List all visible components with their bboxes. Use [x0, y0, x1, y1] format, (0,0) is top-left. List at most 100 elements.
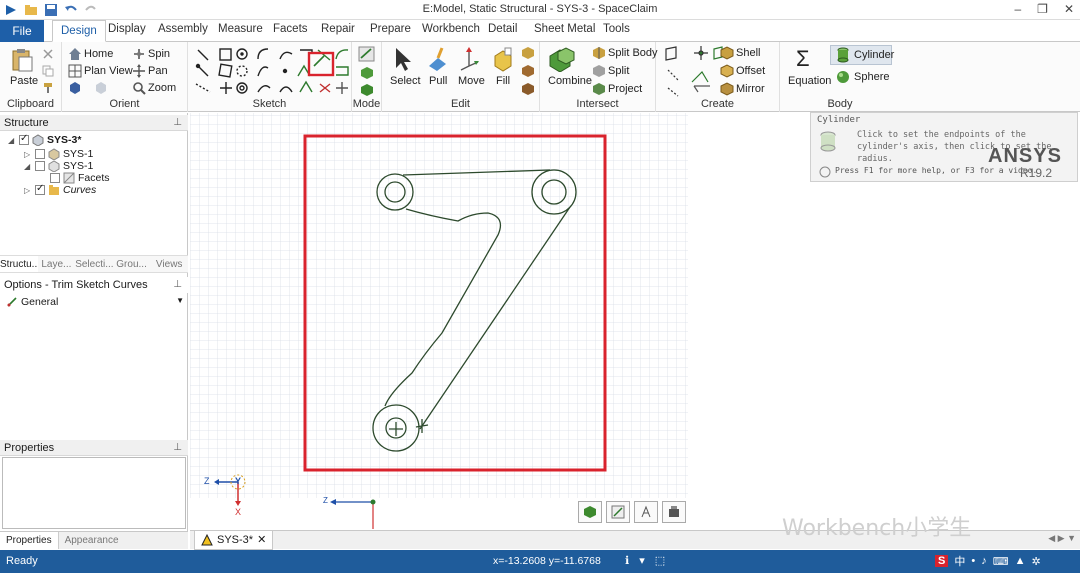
format-painter-icon[interactable]: [42, 82, 54, 94]
file-tab[interactable]: File: [0, 20, 44, 42]
pull-button[interactable]: Pull: [429, 75, 447, 87]
offset-button[interactable]: Offset: [736, 65, 765, 77]
visibility-checkbox[interactable]: [50, 173, 60, 183]
home-button[interactable]: Home: [84, 48, 113, 60]
tab-facets[interactable]: Facets: [273, 23, 308, 35]
tree-row[interactable]: ◢ SYS-1: [24, 160, 93, 172]
display-style-icon[interactable]: [94, 81, 108, 95]
pin-icon[interactable]: ⊥: [173, 440, 182, 456]
tree-row[interactable]: ▷ Curves: [24, 183, 96, 196]
sketch-mode-icon[interactable]: [358, 46, 376, 62]
tab-repair[interactable]: Repair: [321, 23, 355, 35]
shirt-icon[interactable]: ▲: [1015, 555, 1026, 567]
create-tools[interactable]: [664, 46, 724, 98]
visibility-checkbox[interactable]: [19, 133, 29, 145]
plan-view-mini-button[interactable]: [662, 501, 686, 523]
pan-button[interactable]: Pan: [148, 65, 168, 77]
tab-sheet-metal[interactable]: Sheet Metal: [534, 23, 595, 35]
split-button[interactable]: Split: [608, 65, 629, 77]
tab-workbench[interactable]: Workbench: [422, 23, 480, 35]
sigma-icon[interactable]: Σ: [796, 46, 810, 72]
plan-view-icon[interactable]: [68, 64, 82, 78]
split-body-icon[interactable]: [592, 46, 606, 60]
sketch-tools[interactable]: [192, 44, 352, 98]
ime-punct-icon[interactable]: •: [971, 555, 975, 567]
sphere-button[interactable]: Sphere: [854, 71, 889, 83]
select-icon[interactable]: [392, 46, 414, 72]
subtab-layers[interactable]: Laye...: [38, 256, 76, 272]
keyboard-icon[interactable]: ⌨: [993, 555, 1009, 568]
tree-row[interactable]: ▷ SYS-1: [24, 148, 93, 160]
plan-view-button[interactable]: Plan View: [84, 65, 133, 77]
pan-icon[interactable]: [132, 64, 146, 78]
expand-icon[interactable]: ▷: [24, 186, 32, 195]
select-button[interactable]: Select: [390, 75, 421, 87]
tab-design[interactable]: Design: [52, 20, 106, 42]
zoom-button[interactable]: Zoom: [148, 82, 176, 94]
restore-icon[interactable]: ❐: [1037, 2, 1048, 16]
tab-assembly[interactable]: Assembly: [158, 23, 208, 35]
cylinder-button[interactable]: Cylinder: [854, 49, 894, 61]
return-3d-button[interactable]: [578, 501, 602, 523]
view-cube-icon[interactable]: [68, 81, 82, 95]
combine-button[interactable]: Combine: [548, 75, 592, 87]
edit-extra-icons[interactable]: [521, 46, 535, 96]
mirror-icon[interactable]: [720, 82, 734, 96]
sogou-icon[interactable]: S: [935, 555, 949, 567]
shell-button[interactable]: Shell: [736, 47, 760, 59]
tab-prepare[interactable]: Prepare: [370, 23, 411, 35]
visibility-checkbox[interactable]: [35, 149, 45, 159]
tab-detail[interactable]: Detail: [488, 23, 517, 35]
tab-appearance[interactable]: Appearance: [59, 532, 125, 549]
tab-scroll-icons[interactable]: ◀ ▶ ▼: [1048, 533, 1076, 544]
cut-icon[interactable]: [42, 48, 54, 60]
tab-display[interactable]: Display: [108, 23, 146, 35]
project-icon[interactable]: [592, 82, 606, 96]
status-dropdown-icon[interactable]: ▾: [639, 554, 645, 567]
zoom-icon[interactable]: [132, 81, 146, 95]
collapse-icon[interactable]: ◢: [8, 136, 16, 145]
cylinder-icon[interactable]: [836, 47, 850, 63]
tools-icon[interactable]: ✲: [1031, 555, 1040, 568]
equation-button[interactable]: Equation: [788, 75, 831, 87]
close-tab-icon[interactable]: ✕: [257, 531, 266, 549]
ime-lang[interactable]: 中: [954, 553, 965, 569]
copy-icon[interactable]: [42, 65, 54, 77]
visibility-checkbox[interactable]: [35, 183, 45, 195]
split-icon[interactable]: [592, 64, 606, 78]
microphone-icon[interactable]: ♪: [981, 555, 987, 567]
pin-icon[interactable]: ⊥: [173, 277, 182, 293]
subtab-groups[interactable]: Grou...: [113, 256, 151, 272]
shell-icon[interactable]: [720, 46, 734, 60]
visibility-checkbox[interactable]: [35, 161, 45, 171]
3d-mode-icon[interactable]: [360, 83, 374, 97]
paste-icon[interactable]: [10, 48, 34, 72]
select-plane-button[interactable]: [606, 501, 630, 523]
subtab-views[interactable]: Views: [150, 256, 188, 272]
expand-icon[interactable]: ▷: [24, 150, 32, 159]
combine-icon[interactable]: [548, 46, 576, 72]
options-general-row[interactable]: General ▼: [6, 296, 184, 308]
collapse-icon[interactable]: ◢: [24, 162, 32, 171]
sphere-icon[interactable]: [836, 70, 850, 84]
home-icon[interactable]: [68, 47, 82, 61]
tab-tools[interactable]: Tools: [603, 23, 630, 35]
status-select-icon[interactable]: ⬚: [655, 554, 665, 567]
tab-properties[interactable]: Properties: [0, 532, 59, 549]
info-icon[interactable]: ℹ: [625, 554, 629, 567]
mirror-button[interactable]: Mirror: [736, 83, 765, 95]
close-icon[interactable]: ✕: [1064, 2, 1074, 16]
spin-icon[interactable]: [132, 47, 146, 61]
subtab-structure[interactable]: Structu...: [0, 256, 38, 272]
section-mode-icon[interactable]: [360, 66, 374, 80]
pin-icon[interactable]: ⊥: [173, 115, 182, 131]
dropdown-arrow-icon[interactable]: ▼: [176, 296, 184, 305]
offset-icon[interactable]: [720, 64, 734, 78]
move-grid-button[interactable]: [634, 501, 658, 523]
minimize-icon[interactable]: –: [1014, 2, 1021, 16]
paste-button[interactable]: Paste: [10, 75, 38, 87]
fill-button[interactable]: Fill: [496, 75, 510, 87]
move-icon[interactable]: [458, 46, 480, 72]
pull-icon[interactable]: [426, 46, 448, 72]
fill-icon[interactable]: [492, 46, 514, 72]
